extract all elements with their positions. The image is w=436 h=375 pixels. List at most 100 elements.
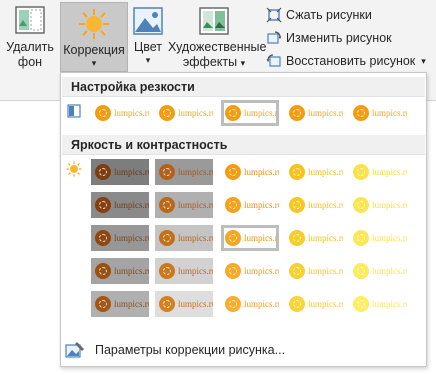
correction-preset-thumb[interactable]: lumpics.ru [349, 192, 407, 218]
correction-button[interactable]: Коррекция ▾ [60, 2, 128, 72]
correction-preset-thumb[interactable]: lumpics.ru [221, 225, 279, 251]
watermark-text: lumpics.ru [114, 108, 149, 118]
watermark-text: lumpics.ru [178, 200, 213, 210]
correction-preset-thumb[interactable]: lumpics.ru [349, 225, 407, 251]
correction-preset-thumb[interactable]: lumpics.ru [349, 159, 407, 185]
orange-image-icon [353, 164, 369, 180]
watermark-text: lumpics.ru [308, 108, 343, 118]
compress-pictures-icon [266, 7, 282, 23]
correction-preset-thumb[interactable]: lumpics.ru [349, 258, 407, 284]
orange-image-icon [289, 164, 305, 180]
orange-image-icon [225, 263, 241, 279]
orange-image-icon [289, 296, 305, 312]
correction-dropdown: Настройка резкости lumpics.ru lumpics.ru l… [60, 72, 427, 367]
artistic-effects-label-1: Художественные [168, 40, 267, 54]
remove-background-label-2: фон [17, 55, 43, 69]
correction-preset-thumb[interactable]: lumpics.ru [155, 159, 213, 185]
orange-image-icon [95, 296, 111, 312]
picture-options-icon [65, 342, 84, 358]
correction-preset-thumb[interactable]: lumpics.ru [285, 225, 343, 251]
watermark-text: lumpics.ru [178, 266, 213, 276]
watermark-text: lumpics.ru [244, 167, 279, 177]
correction-preset-thumb[interactable]: lumpics.ru [221, 100, 279, 126]
watermark-text: lumpics.ru [178, 299, 213, 309]
sharpness-header: Настройка резкости [62, 77, 425, 97]
orange-image-icon [289, 105, 305, 121]
artistic-effects-button[interactable]: Художественные эффекты ▾ [168, 4, 267, 71]
brightness-header: Яркость и контрастность [62, 135, 425, 155]
orange-image-icon [353, 263, 369, 279]
chevron-down-icon: ▾ [145, 55, 151, 65]
watermark-text: lumpics.ru [372, 299, 407, 309]
correction-preset-thumb[interactable]: lumpics.ru [155, 192, 213, 218]
watermark-text: lumpics.ru [308, 299, 343, 309]
orange-image-icon [95, 263, 111, 279]
reset-picture-button[interactable]: Восстановить рисунок ▾ [266, 52, 426, 70]
orange-image-icon [289, 197, 305, 213]
brightness-sun-icon [66, 161, 82, 177]
correction-preset-thumb[interactable]: lumpics.ru [91, 291, 149, 317]
watermark-text: lumpics.ru [114, 233, 149, 243]
watermark-text: lumpics.ru [372, 266, 407, 276]
color-picture-icon [131, 4, 165, 38]
correction-preset-thumb[interactable]: lumpics.ru [349, 291, 407, 317]
sun-correction-icon [77, 7, 111, 41]
correction-preset-thumb[interactable]: lumpics.ru [221, 291, 279, 317]
correction-preset-thumb[interactable]: lumpics.ru [221, 159, 279, 185]
correction-preset-thumb[interactable]: lumpics.ru [285, 258, 343, 284]
orange-image-icon [225, 230, 241, 246]
correction-preset-thumb[interactable]: lumpics.ru [155, 225, 213, 251]
watermark-text: lumpics.ru [178, 167, 213, 177]
change-picture-button[interactable]: Изменить рисунок [266, 29, 392, 47]
correction-preset-thumb[interactable]: lumpics.ru [91, 192, 149, 218]
watermark-text: lumpics.ru [372, 200, 407, 210]
correction-preset-thumb[interactable]: lumpics.ru [155, 100, 213, 126]
picture-correction-options-button[interactable]: Параметры коррекции рисунка... [65, 341, 285, 359]
correction-preset-thumb[interactable]: lumpics.ru [91, 100, 149, 126]
orange-image-icon [159, 263, 175, 279]
color-label: Цвет [133, 40, 162, 54]
correction-preset-thumb[interactable]: lumpics.ru [221, 258, 279, 284]
correction-preset-thumb[interactable]: lumpics.ru [285, 159, 343, 185]
change-picture-icon [267, 31, 282, 44]
correction-preset-thumb[interactable]: lumpics.ru [285, 100, 343, 126]
orange-image-icon [159, 296, 175, 312]
artistic-effects-icon [197, 4, 231, 38]
orange-image-icon [159, 164, 175, 180]
orange-image-icon [95, 230, 111, 246]
correction-preset-thumb[interactable]: lumpics.ru [91, 258, 149, 284]
watermark-text: lumpics.ru [308, 233, 343, 243]
chevron-down-icon[interactable]: ▾ [421, 56, 426, 67]
correction-preset-thumb[interactable]: lumpics.ru [285, 192, 343, 218]
watermark-text: lumpics.ru [372, 167, 407, 177]
watermark-text: lumpics.ru [308, 167, 343, 177]
orange-image-icon [95, 105, 111, 121]
change-picture-label: Изменить рисунок [286, 31, 392, 45]
correction-preset-thumb[interactable]: lumpics.ru [155, 291, 213, 317]
remove-background-label-1: Удалить [6, 40, 54, 54]
correction-preset-thumb[interactable]: lumpics.ru [349, 100, 407, 126]
orange-image-icon [225, 105, 241, 121]
orange-image-icon [225, 164, 241, 180]
correction-label: Коррекция [63, 43, 125, 57]
orange-image-icon [225, 197, 241, 213]
remove-background-button[interactable]: Удалить фон [2, 4, 58, 70]
orange-image-icon [159, 105, 175, 121]
watermark-text: lumpics.ru [114, 266, 149, 276]
orange-image-icon [95, 197, 111, 213]
orange-image-icon [353, 197, 369, 213]
watermark-text: lumpics.ru [244, 233, 279, 243]
correction-preset-thumb[interactable]: lumpics.ru [155, 258, 213, 284]
orange-image-icon [95, 164, 111, 180]
correction-preset-thumb[interactable]: lumpics.ru [91, 225, 149, 251]
color-button[interactable]: Цвет ▾ [130, 4, 166, 65]
orange-image-icon [159, 197, 175, 213]
reset-picture-icon [266, 54, 281, 67]
correction-preset-thumb[interactable]: lumpics.ru [221, 192, 279, 218]
watermark-text: lumpics.ru [308, 200, 343, 210]
orange-image-icon [159, 230, 175, 246]
correction-preset-thumb[interactable]: lumpics.ru [285, 291, 343, 317]
orange-image-icon [353, 105, 369, 121]
compress-pictures-button[interactable]: Сжать рисунки [266, 6, 372, 24]
correction-preset-thumb[interactable]: lumpics.ru [91, 159, 149, 185]
